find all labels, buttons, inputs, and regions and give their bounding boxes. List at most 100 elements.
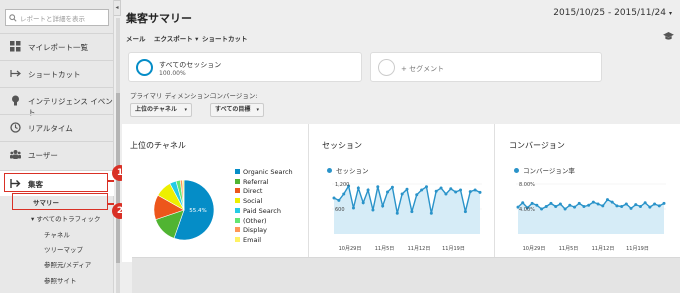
legend-item[interactable]: Paid Search (235, 207, 281, 215)
nav-audience[interactable]: ユーザー (0, 141, 114, 167)
export-button[interactable]: エクスポート ▾ (154, 33, 198, 43)
data-point[interactable] (596, 202, 600, 206)
data-point[interactable] (454, 190, 458, 194)
data-point[interactable] (601, 204, 605, 208)
data-point[interactable] (610, 200, 614, 204)
legend-item[interactable]: Direct (235, 187, 262, 195)
add-segment-button[interactable]: + セグメント (370, 52, 602, 82)
graduation-cap-icon[interactable] (663, 32, 674, 41)
page-title: 集客サマリー (126, 12, 192, 25)
data-point[interactable] (415, 193, 419, 197)
email-button[interactable]: メール (126, 33, 146, 43)
report-search-input[interactable]: レポートと詳細を表示 (5, 9, 109, 26)
data-point[interactable] (591, 200, 595, 204)
data-point[interactable] (381, 204, 385, 208)
data-point[interactable] (544, 205, 548, 208)
data-point[interactable] (386, 190, 390, 194)
data-point[interactable] (605, 198, 609, 202)
data-point[interactable] (449, 187, 453, 191)
data-point[interactable] (657, 204, 661, 208)
nav-treemap[interactable]: ツリーマップ (44, 244, 83, 254)
data-point[interactable] (653, 202, 657, 206)
nav-referrals[interactable]: 参照サイト (44, 275, 77, 285)
nav-source-medium[interactable]: 参照元/メディア (44, 259, 91, 269)
channels-pie-chart[interactable]: 55.4% (152, 178, 216, 242)
nav-channels[interactable]: チャネル (44, 229, 70, 239)
data-point[interactable] (624, 202, 628, 206)
data-point[interactable] (405, 187, 409, 191)
summary-panels: 上位のチャネル 55.4% Organic Search Referral Dire… (122, 124, 680, 262)
data-point[interactable] (620, 205, 624, 208)
data-point[interactable] (444, 192, 448, 196)
nav-my-reports[interactable]: マイレポート一覧 (0, 33, 114, 59)
data-point[interactable] (351, 206, 355, 210)
data-point[interactable] (410, 210, 414, 214)
data-point[interactable] (371, 208, 375, 212)
legend-item[interactable]: (Other) (235, 217, 267, 225)
legend-item[interactable]: Referral (235, 178, 269, 186)
data-point[interactable] (577, 201, 581, 205)
shortcut-button[interactable]: ショートカット (202, 33, 248, 43)
data-point[interactable] (342, 192, 346, 196)
data-point[interactable] (662, 201, 666, 205)
data-point[interactable] (424, 185, 428, 189)
data-point[interactable] (558, 202, 562, 206)
data-point[interactable] (530, 201, 534, 205)
data-point[interactable] (361, 201, 365, 205)
data-point[interactable] (478, 190, 482, 194)
data-point[interactable] (356, 186, 360, 190)
conversion-line-chart[interactable]: 8.00% 4.00% 10月29日 11月5日 11月12日 11月19日 (516, 176, 666, 258)
data-point[interactable] (535, 203, 539, 207)
data-point[interactable] (439, 186, 443, 190)
legend-item[interactable]: Social (235, 197, 262, 205)
data-point[interactable] (643, 201, 647, 205)
x-tick-label: 11月5日 (559, 246, 579, 252)
data-point[interactable] (582, 205, 586, 208)
data-point[interactable] (540, 207, 544, 211)
data-point[interactable] (420, 188, 424, 192)
legend-item[interactable]: Email (235, 236, 261, 244)
data-point[interactable] (521, 201, 525, 205)
segment-all-sessions[interactable]: すべてのセッション 100.00% (128, 52, 362, 82)
data-point[interactable] (459, 188, 463, 192)
legend-swatch (235, 217, 240, 223)
date-range-picker[interactable]: 2015/10/25 - 2015/11/24 ▾ (553, 8, 672, 18)
legend-swatch (235, 236, 240, 242)
data-point[interactable] (573, 205, 577, 209)
data-point[interactable] (473, 188, 477, 192)
nav-all-traffic[interactable]: ▾ すべてのトラフィック (31, 213, 100, 223)
highlight-acquisition (4, 173, 108, 192)
nav-intelligence-events[interactable]: インテリジェンス イベント (0, 87, 114, 117)
legend-item[interactable]: Display (235, 226, 267, 234)
data-point[interactable] (332, 196, 336, 200)
data-point[interactable] (629, 206, 633, 210)
primary-dimension-dropdown[interactable]: 上位のチャネル ▾ (130, 103, 192, 117)
data-point[interactable] (587, 203, 591, 207)
sessions-line-chart[interactable]: 1,200 600 10月29日 11月5日 11月12日 11月19日 (332, 176, 482, 258)
data-point[interactable] (638, 205, 642, 208)
data-point[interactable] (554, 205, 558, 208)
sidebar-collapse-toggle[interactable]: ◂ (114, 0, 121, 16)
data-point[interactable] (634, 203, 638, 207)
data-point[interactable] (648, 205, 652, 209)
data-point[interactable] (568, 203, 572, 207)
data-point[interactable] (615, 204, 619, 208)
data-point[interactable] (400, 192, 404, 196)
data-point[interactable] (468, 190, 472, 194)
data-point[interactable] (390, 185, 394, 189)
data-point[interactable] (434, 189, 438, 193)
sidebar-scrollbar[interactable] (116, 18, 120, 293)
nav-shortcuts[interactable]: ショートカット (0, 60, 114, 86)
nav-realtime[interactable]: リアルタイム (0, 114, 114, 140)
legend-item[interactable]: Organic Search (235, 168, 293, 176)
data-point[interactable] (337, 198, 341, 202)
data-point[interactable] (429, 211, 433, 215)
data-point[interactable] (549, 201, 553, 205)
data-point[interactable] (563, 207, 567, 211)
data-point[interactable] (366, 188, 370, 192)
data-point[interactable] (463, 210, 467, 214)
data-point[interactable] (395, 211, 399, 215)
data-point[interactable] (376, 185, 380, 189)
conversion-dropdown[interactable]: すべての目標 ▾ (210, 103, 264, 117)
x-tick-label: 10月29日 (523, 246, 546, 252)
